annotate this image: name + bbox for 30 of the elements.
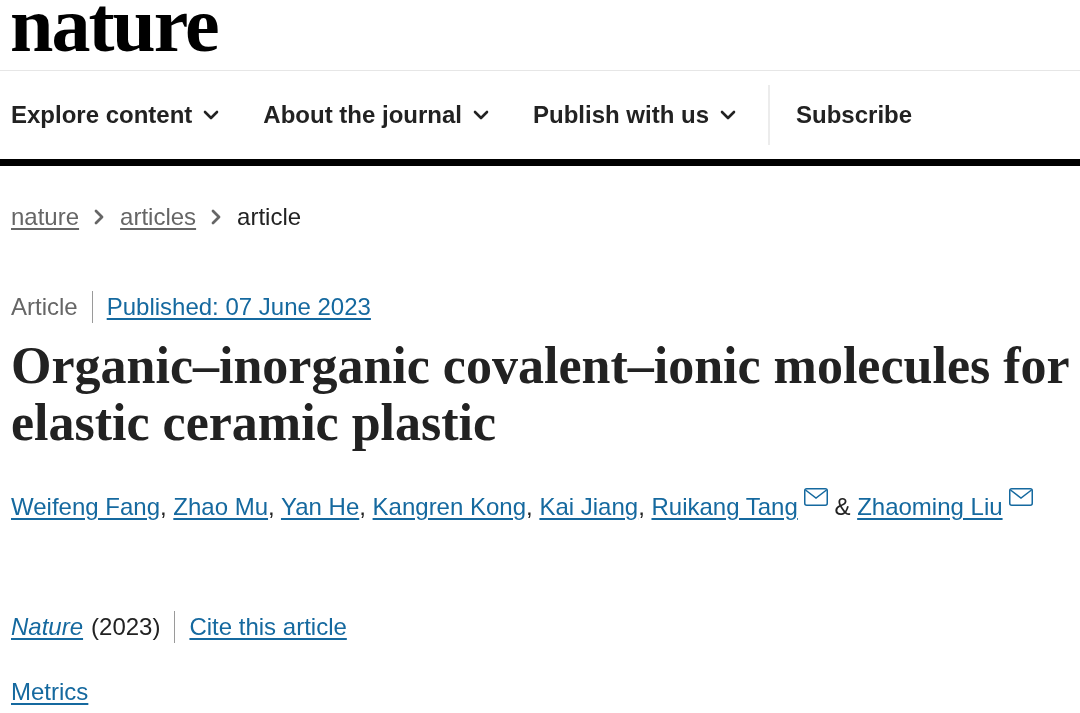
- author-link[interactable]: Kai Jiang: [539, 493, 639, 520]
- chevron-down-icon: [473, 110, 489, 120]
- author-link[interactable]: Zhao Mu: [173, 493, 269, 520]
- nav-link[interactable]: Subscribe: [796, 101, 913, 129]
- nav-menu-button[interactable]: Publish with us: [533, 101, 737, 129]
- author-link[interactable]: Weifeng Fang: [11, 493, 160, 520]
- metrics-link[interactable]: Metrics: [11, 676, 89, 708]
- envelope-icon[interactable]: [1008, 488, 1033, 506]
- breadcrumb-link[interactable]: articles: [120, 201, 197, 233]
- breadcrumb-current: article: [237, 202, 302, 232]
- nav-menu-button[interactable]: About the journal: [263, 101, 489, 129]
- author-list: Weifeng Fang, Zhao Mu, Yan He, Kangren Kong, Kai Jiang, Ruikang Tang & Zhaoming Liu: [0, 488, 1080, 523]
- article-type-label: Article: [11, 292, 78, 322]
- breadcrumb-link[interactable]: nature: [11, 201, 80, 233]
- chevron-right-icon: [211, 209, 222, 225]
- nav-menu-button[interactable]: Explore content: [11, 101, 220, 129]
- published-date-link[interactable]: Published: 07 June 2023: [106, 291, 371, 323]
- nature-logo[interactable]: nature: [10, 0, 218, 52]
- chevron-down-icon: [203, 110, 220, 120]
- author-link[interactable]: Yan He: [280, 493, 360, 520]
- chevron-right-icon: [94, 209, 105, 225]
- publication-year: (2023): [91, 612, 161, 642]
- chevron-down-icon: [720, 110, 737, 120]
- cite-link[interactable]: Cite this article: [189, 611, 347, 643]
- journal-link[interactable]: Nature: [11, 611, 84, 643]
- author-link[interactable]: Kangren Kong: [372, 493, 527, 520]
- author-link[interactable]: Zhaoming Liu: [857, 493, 1003, 520]
- article-title: Organic–inorganic covalent–ionic molecules for elastic ceramic plastic: [10, 337, 1070, 451]
- envelope-icon[interactable]: [803, 488, 828, 506]
- author-link[interactable]: Ruikang Tang: [651, 493, 798, 520]
